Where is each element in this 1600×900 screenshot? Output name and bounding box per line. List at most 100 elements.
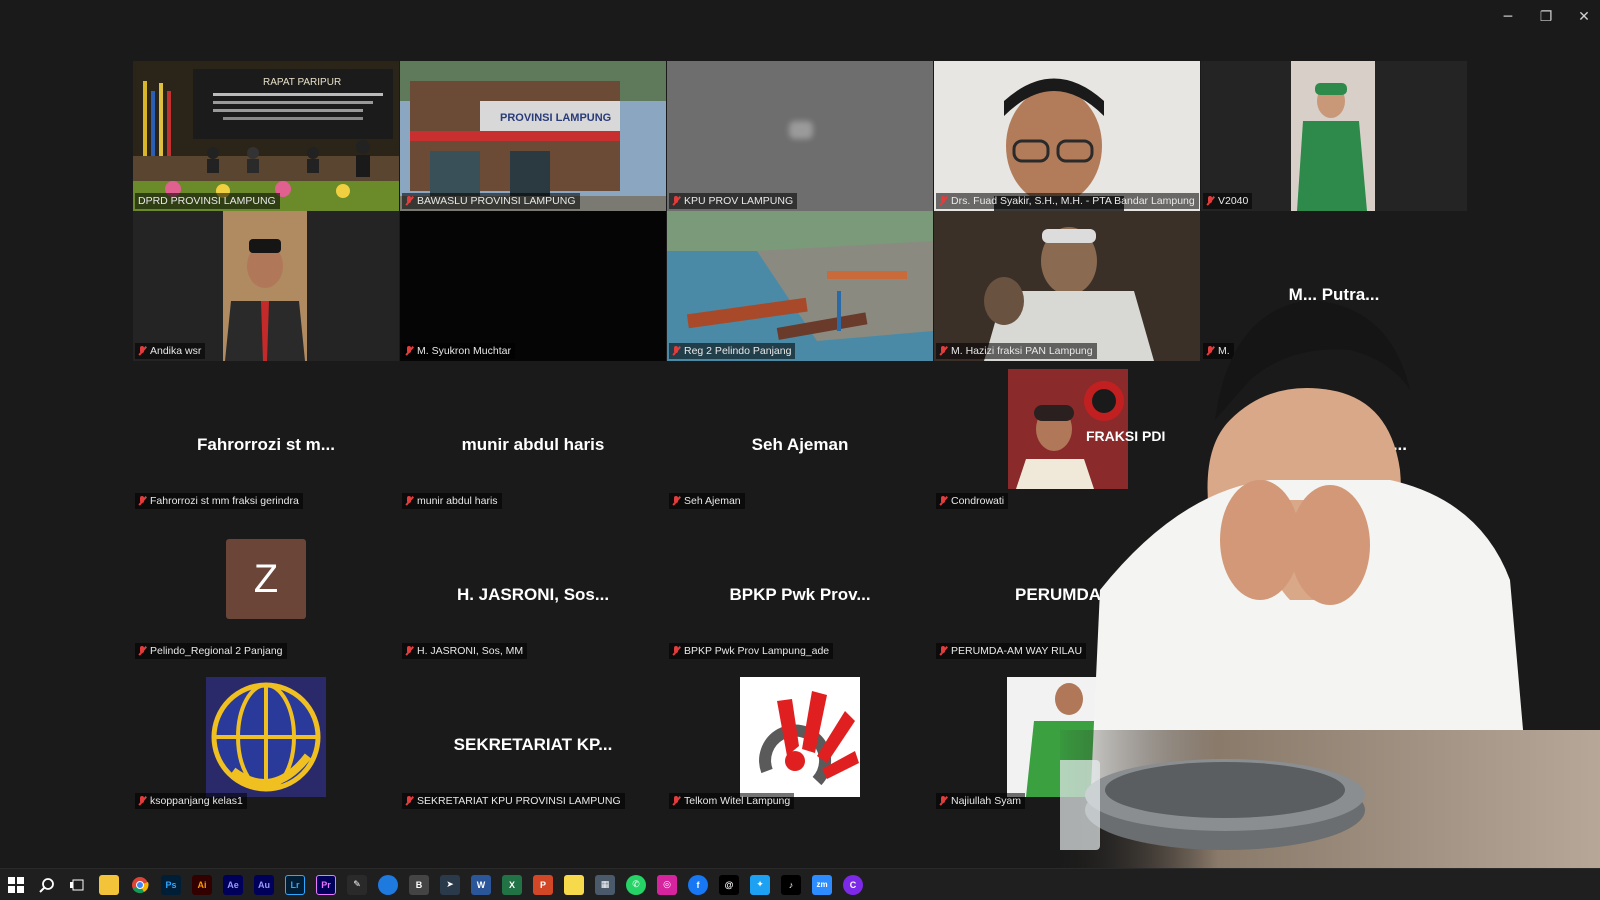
after-effects-icon[interactable]: Ae	[223, 874, 243, 895]
participant-tile-bpkp[interactable]: BPKP Pwk Prov... BPKP Pwk Prov Lampung_a…	[667, 511, 933, 661]
participant-display-name: Seh Ajeman	[751, 435, 849, 454]
participant-tile-pelindo[interactable]: Reg 2 Pelindo Panjang	[667, 211, 933, 361]
windows-taskbar: Ps Ai Ae Au Lr Pr ✎ B ➤ W X P ▦ ✆ ◎ f @ …	[0, 868, 1600, 900]
blurred-video	[789, 121, 813, 139]
facebook-icon[interactable]: f	[688, 874, 708, 895]
participant-name-label: Najiullah Syam	[936, 793, 1026, 809]
minimize-button[interactable]: ─	[1500, 6, 1516, 28]
participant-tile-munir[interactable]: munir abdul haris munir abdul haris	[400, 361, 666, 511]
participant-name-label: V2040	[1203, 193, 1253, 209]
mic-muted-icon	[138, 346, 146, 356]
chrome-icon[interactable]	[130, 875, 150, 895]
participant-name-label: Andika wsr	[135, 343, 206, 359]
twitter-icon[interactable]: ✦	[750, 874, 770, 895]
edge-icon[interactable]	[378, 874, 398, 895]
sticky-notes-icon[interactable]	[564, 874, 584, 895]
mic-muted-icon	[672, 796, 680, 806]
participant-tile-andika[interactable]: Andika wsr	[133, 211, 399, 361]
participant-name-label: Drs. Fuad Syakir, S.H., M.H. - PTA Banda…	[936, 193, 1199, 209]
photoshop-icon[interactable]: Ps	[161, 874, 181, 895]
participant-tile-sekretariat-kpu[interactable]: SEKRETARIAT KP... SEKRETARIAT KPU PROVIN…	[400, 661, 666, 811]
mic-muted-icon	[939, 496, 947, 506]
start-icon[interactable]	[6, 875, 26, 895]
bawaslu-building-photo: PROVINSI LAMPUNG	[400, 61, 666, 211]
canva-icon[interactable]: C	[843, 874, 863, 895]
participant-name-label: Seh Ajeman	[669, 493, 745, 509]
participant-name-label: BAWASLU PROVINSI LAMPUNG	[402, 193, 580, 209]
participant-name-label: Reg 2 Pelindo Panjang	[669, 343, 796, 359]
mic-muted-icon	[939, 346, 947, 356]
participant-name-label: ksoppanjang kelas1	[135, 793, 247, 809]
bawaslu-sign-text: PROVINSI LAMPUNG	[500, 112, 611, 124]
participant-tile-bawaslu[interactable]: PROVINSI LAMPUNG BAWASLU PROVINSI LAMPUN…	[400, 61, 666, 211]
participant-name-label: DPRD PROVINSI LAMPUNG	[135, 193, 280, 209]
participant-name-label: BPKP Pwk Prov Lampung_ade	[669, 643, 834, 659]
mic-muted-icon	[405, 796, 413, 806]
restore-button[interactable]: ❐	[1538, 6, 1554, 28]
mic-muted-icon	[939, 646, 947, 656]
audition-icon[interactable]: Au	[254, 874, 274, 895]
telkom-logo	[740, 677, 860, 797]
app-arrow-icon[interactable]: ➤	[440, 874, 460, 895]
v2040-video	[1291, 61, 1375, 211]
participant-name-label: munir abdul haris	[402, 493, 502, 509]
zoom-icon[interactable]: zm	[812, 874, 832, 895]
mic-muted-icon	[939, 196, 947, 206]
participant-display-name: Fahrorrozi st m...	[197, 435, 335, 454]
mic-muted-icon	[405, 346, 413, 356]
task-view-icon[interactable]	[68, 875, 88, 895]
participant-tile-telkom[interactable]: Telkom Witel Lampung	[667, 661, 933, 811]
participant-name-label: KPU PROV LAMPUNG	[669, 193, 798, 209]
participant-tile-kpu[interactable]: KPU PROV LAMPUNG	[667, 61, 933, 211]
participant-display-name: BPKP Pwk Prov...	[729, 585, 871, 604]
excel-icon[interactable]: X	[502, 874, 522, 895]
participant-name-label: H. JASRONI, Sos, MM	[402, 643, 528, 659]
participant-name-label: Telkom Witel Lampung	[669, 793, 795, 809]
word-icon[interactable]: W	[471, 874, 491, 895]
powerpoint-icon[interactable]: P	[533, 874, 553, 895]
participant-tile-syukron[interactable]: M. Syukron Muchtar	[400, 211, 666, 361]
ksop-logo	[206, 677, 326, 797]
participant-tile-fahrorrozi[interactable]: Fahrorrozi st m... Fahrorrozi st mm frak…	[133, 361, 399, 511]
participant-display-name: SEKRETARIAT KP...	[453, 735, 613, 754]
mic-muted-icon	[672, 346, 680, 356]
participant-tile-seh-ajeman[interactable]: Seh Ajeman Seh Ajeman	[667, 361, 933, 511]
mic-muted-icon	[405, 646, 413, 656]
illustrator-icon[interactable]: Ai	[192, 874, 212, 895]
mic-muted-icon	[138, 796, 146, 806]
whatsapp-icon[interactable]: ✆	[626, 874, 646, 895]
mic-muted-icon	[138, 646, 146, 656]
search-icon[interactable]	[37, 875, 57, 895]
app-b-icon[interactable]: B	[409, 874, 429, 895]
mic-muted-icon	[672, 646, 680, 656]
fuad-syakir-video	[934, 61, 1200, 211]
mic-muted-icon	[1206, 196, 1214, 206]
dprd-plenary-photo: RAPAT PARIPUR	[133, 61, 399, 211]
participant-tile-pelindo-regional[interactable]: Z Pelindo_Regional 2 Panjang	[133, 511, 399, 661]
inkscape-icon[interactable]: ✎	[347, 874, 367, 895]
participant-tile-fuad-syakir[interactable]: Drs. Fuad Syakir, S.H., M.H. - PTA Banda…	[934, 61, 1200, 211]
participant-display-name: H. JASRONI, Sos...	[456, 585, 610, 604]
tiktok-icon[interactable]: ♪	[781, 874, 801, 895]
lightroom-icon[interactable]: Lr	[285, 874, 305, 895]
instagram-icon[interactable]: ◎	[657, 874, 677, 895]
mic-muted-icon	[405, 496, 413, 506]
participant-display-name: munir abdul haris	[461, 435, 605, 454]
premiere-icon[interactable]: Pr	[316, 874, 336, 895]
participant-tile-jasroni[interactable]: H. JASRONI, Sos... H. JASRONI, Sos, MM	[400, 511, 666, 661]
participant-tile-v2040[interactable]: V2040	[1201, 61, 1467, 211]
close-button[interactable]: ✕	[1576, 6, 1592, 28]
participant-name-label: Fahrorrozi st mm fraksi gerindra	[135, 493, 303, 509]
pelindo-port-photo	[667, 211, 933, 361]
participant-tile-dprd[interactable]: RAPAT PARIPUR DPRD PROVINSI LAMPUNG	[133, 61, 399, 211]
presenter-overlay-photo	[1060, 300, 1600, 880]
calculator-icon[interactable]: ▦	[595, 874, 615, 895]
participant-tile-ksop[interactable]: ksoppanjang kelas1	[133, 661, 399, 811]
participant-name-label: Pelindo_Regional 2 Panjang	[135, 643, 287, 659]
avatar: Z	[226, 539, 306, 619]
participant-name-label: SEKRETARIAT KPU PROVINSI LAMPUNG	[402, 793, 625, 809]
file-explorer-icon[interactable]	[99, 874, 119, 895]
threads-icon[interactable]: @	[719, 874, 739, 895]
participant-name-label: M. Syukron Muchtar	[402, 343, 515, 359]
mic-muted-icon	[672, 496, 680, 506]
